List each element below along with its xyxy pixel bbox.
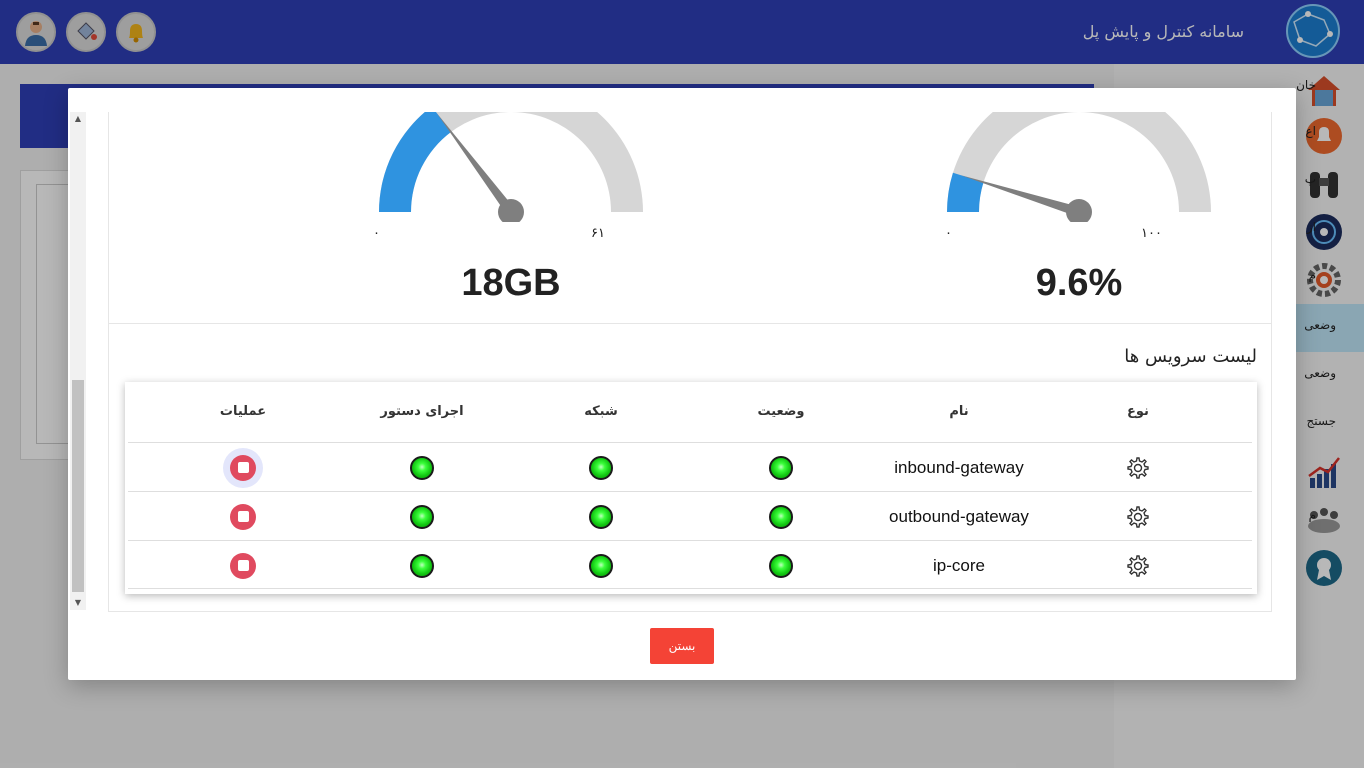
gauge-min-label: ۰	[373, 226, 380, 241]
services-title: لیست سرویس ها	[1124, 346, 1257, 367]
network-led-icon	[589, 553, 613, 578]
status-led-icon	[769, 504, 793, 529]
operations-cell	[163, 492, 323, 541]
status-cell	[701, 492, 861, 541]
stop-icon	[230, 552, 256, 579]
scroll-thumb[interactable]	[72, 380, 84, 592]
command-led-icon	[410, 455, 434, 480]
header-status: وضعیت	[757, 404, 805, 419]
stop-icon	[230, 454, 256, 481]
cpu-gauge: ۰ ۱۰۰ 9.6%	[929, 112, 1229, 312]
gauges-card: ۰ ۶۱ 18GB ۰ ۱۰۰ 9.6%	[108, 112, 1272, 324]
gear-icon	[1127, 456, 1149, 479]
cpu-gauge-dial	[947, 112, 1211, 222]
status-led-icon	[769, 553, 793, 578]
network-cell	[521, 492, 681, 541]
gauge-needle	[436, 112, 515, 216]
header-type: نوع	[1127, 404, 1149, 419]
table-row: inbound-gateway	[128, 442, 1252, 491]
stop-service-button[interactable]	[223, 447, 263, 488]
gauge-value: 9.6%	[1035, 262, 1123, 304]
close-button[interactable]: بستن	[650, 628, 714, 664]
stop-icon	[230, 503, 256, 530]
operations-cell	[163, 443, 323, 492]
command-led-icon	[410, 504, 434, 529]
type-cell	[1058, 541, 1218, 590]
type-cell	[1058, 443, 1218, 492]
network-cell	[521, 443, 681, 492]
type-cell	[1058, 492, 1218, 541]
gauge-max-label: ۶۱	[591, 226, 605, 241]
command-cell	[342, 541, 502, 590]
services-table: نوع نام وضعیت شبکه اجرای دستور عملیات in…	[125, 382, 1257, 594]
network-cell	[521, 541, 681, 590]
memory-gauge-dial	[379, 112, 643, 222]
network-led-icon	[589, 504, 613, 529]
gauge-max-label: ۱۰۰	[1141, 226, 1162, 241]
table-row: ip-core	[128, 540, 1252, 589]
table-row: outbound-gateway	[128, 491, 1252, 540]
modal-scrollbar[interactable]: ▲ ▼	[70, 112, 86, 610]
status-cell	[701, 443, 861, 492]
header-command: اجرای دستور	[380, 404, 464, 419]
gear-icon	[1127, 505, 1149, 528]
header-name: نام	[949, 404, 969, 419]
gauge-value: 18GB	[461, 262, 561, 304]
gauge-hub	[1066, 199, 1092, 222]
command-cell	[342, 492, 502, 541]
memory-gauge: ۰ ۶۱ 18GB	[361, 112, 661, 312]
service-name: ip-core	[933, 555, 985, 575]
service-name: outbound-gateway	[889, 506, 1029, 526]
status-led-icon	[769, 455, 793, 480]
service-status-modal: ▲ ▼ ۰ ۶۱ 18GB ۰ ۱۰۰ 9.6% لیست سرویس ها ن…	[68, 88, 1296, 680]
command-cell	[342, 443, 502, 492]
operations-cell	[163, 541, 323, 590]
command-led-icon	[410, 553, 434, 578]
header-network: شبکه	[584, 404, 618, 419]
service-name: inbound-gateway	[894, 457, 1024, 477]
stop-service-button[interactable]	[223, 546, 263, 586]
header-operations: عملیات	[219, 404, 267, 419]
services-panel: لیست سرویس ها نوع نام وضعیت شبکه اجرای د…	[108, 324, 1272, 612]
scroll-down-arrow-icon[interactable]: ▼	[70, 596, 86, 610]
gauge-fill	[379, 112, 451, 212]
gauge-track	[947, 112, 1211, 212]
stop-service-button[interactable]	[223, 497, 263, 537]
gear-icon	[1127, 554, 1149, 577]
network-led-icon	[589, 455, 613, 480]
gauge-min-label: ۰	[945, 226, 952, 241]
scroll-up-arrow-icon[interactable]: ▲	[70, 112, 86, 126]
status-cell	[701, 541, 861, 590]
